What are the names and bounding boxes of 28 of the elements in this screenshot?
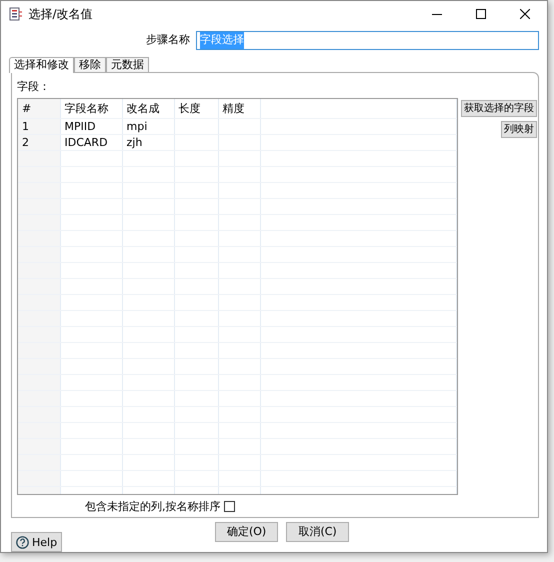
table-cell: IDCARD [60,134,122,150]
row-number: 2 [18,134,60,150]
help-button[interactable]: Help [11,532,62,552]
table-cell: mpi [122,118,174,134]
get-fields-button[interactable]: 获取选择的字段 [461,100,537,116]
column-header[interactable]: 改名成 [122,98,174,118]
cancel-button[interactable]: 取消(C) [286,522,350,542]
help-icon [16,536,29,548]
table-cell: zjh [122,134,174,150]
step-name-label: 步骤名称 [146,32,190,48]
column-header[interactable]: # [18,98,60,118]
table-cell: MPIID [60,118,122,134]
maximize-icon [476,9,486,19]
column-mapping-button[interactable]: 列映射 [501,120,537,138]
column-header[interactable]: 精度 [218,98,260,118]
checkbox-label: 包含未指定的列,按名称排序 [85,498,220,514]
column-header[interactable]: 长度 [174,98,218,118]
close-icon [520,9,530,19]
tab[interactable]: 元数据 [106,57,149,72]
row-number: 1 [18,118,60,134]
fields-label: 字段： [17,79,50,95]
window-title: 选择/改名值 [28,6,93,23]
app-icon [9,7,23,21]
tab[interactable]: 移除 [74,57,106,72]
column-header[interactable]: 字段名称 [60,98,122,118]
include-checkbox[interactable] [224,501,234,512]
ok-button[interactable]: 确定(O) [215,522,278,542]
tab[interactable]: 选择和修改 [9,57,74,73]
